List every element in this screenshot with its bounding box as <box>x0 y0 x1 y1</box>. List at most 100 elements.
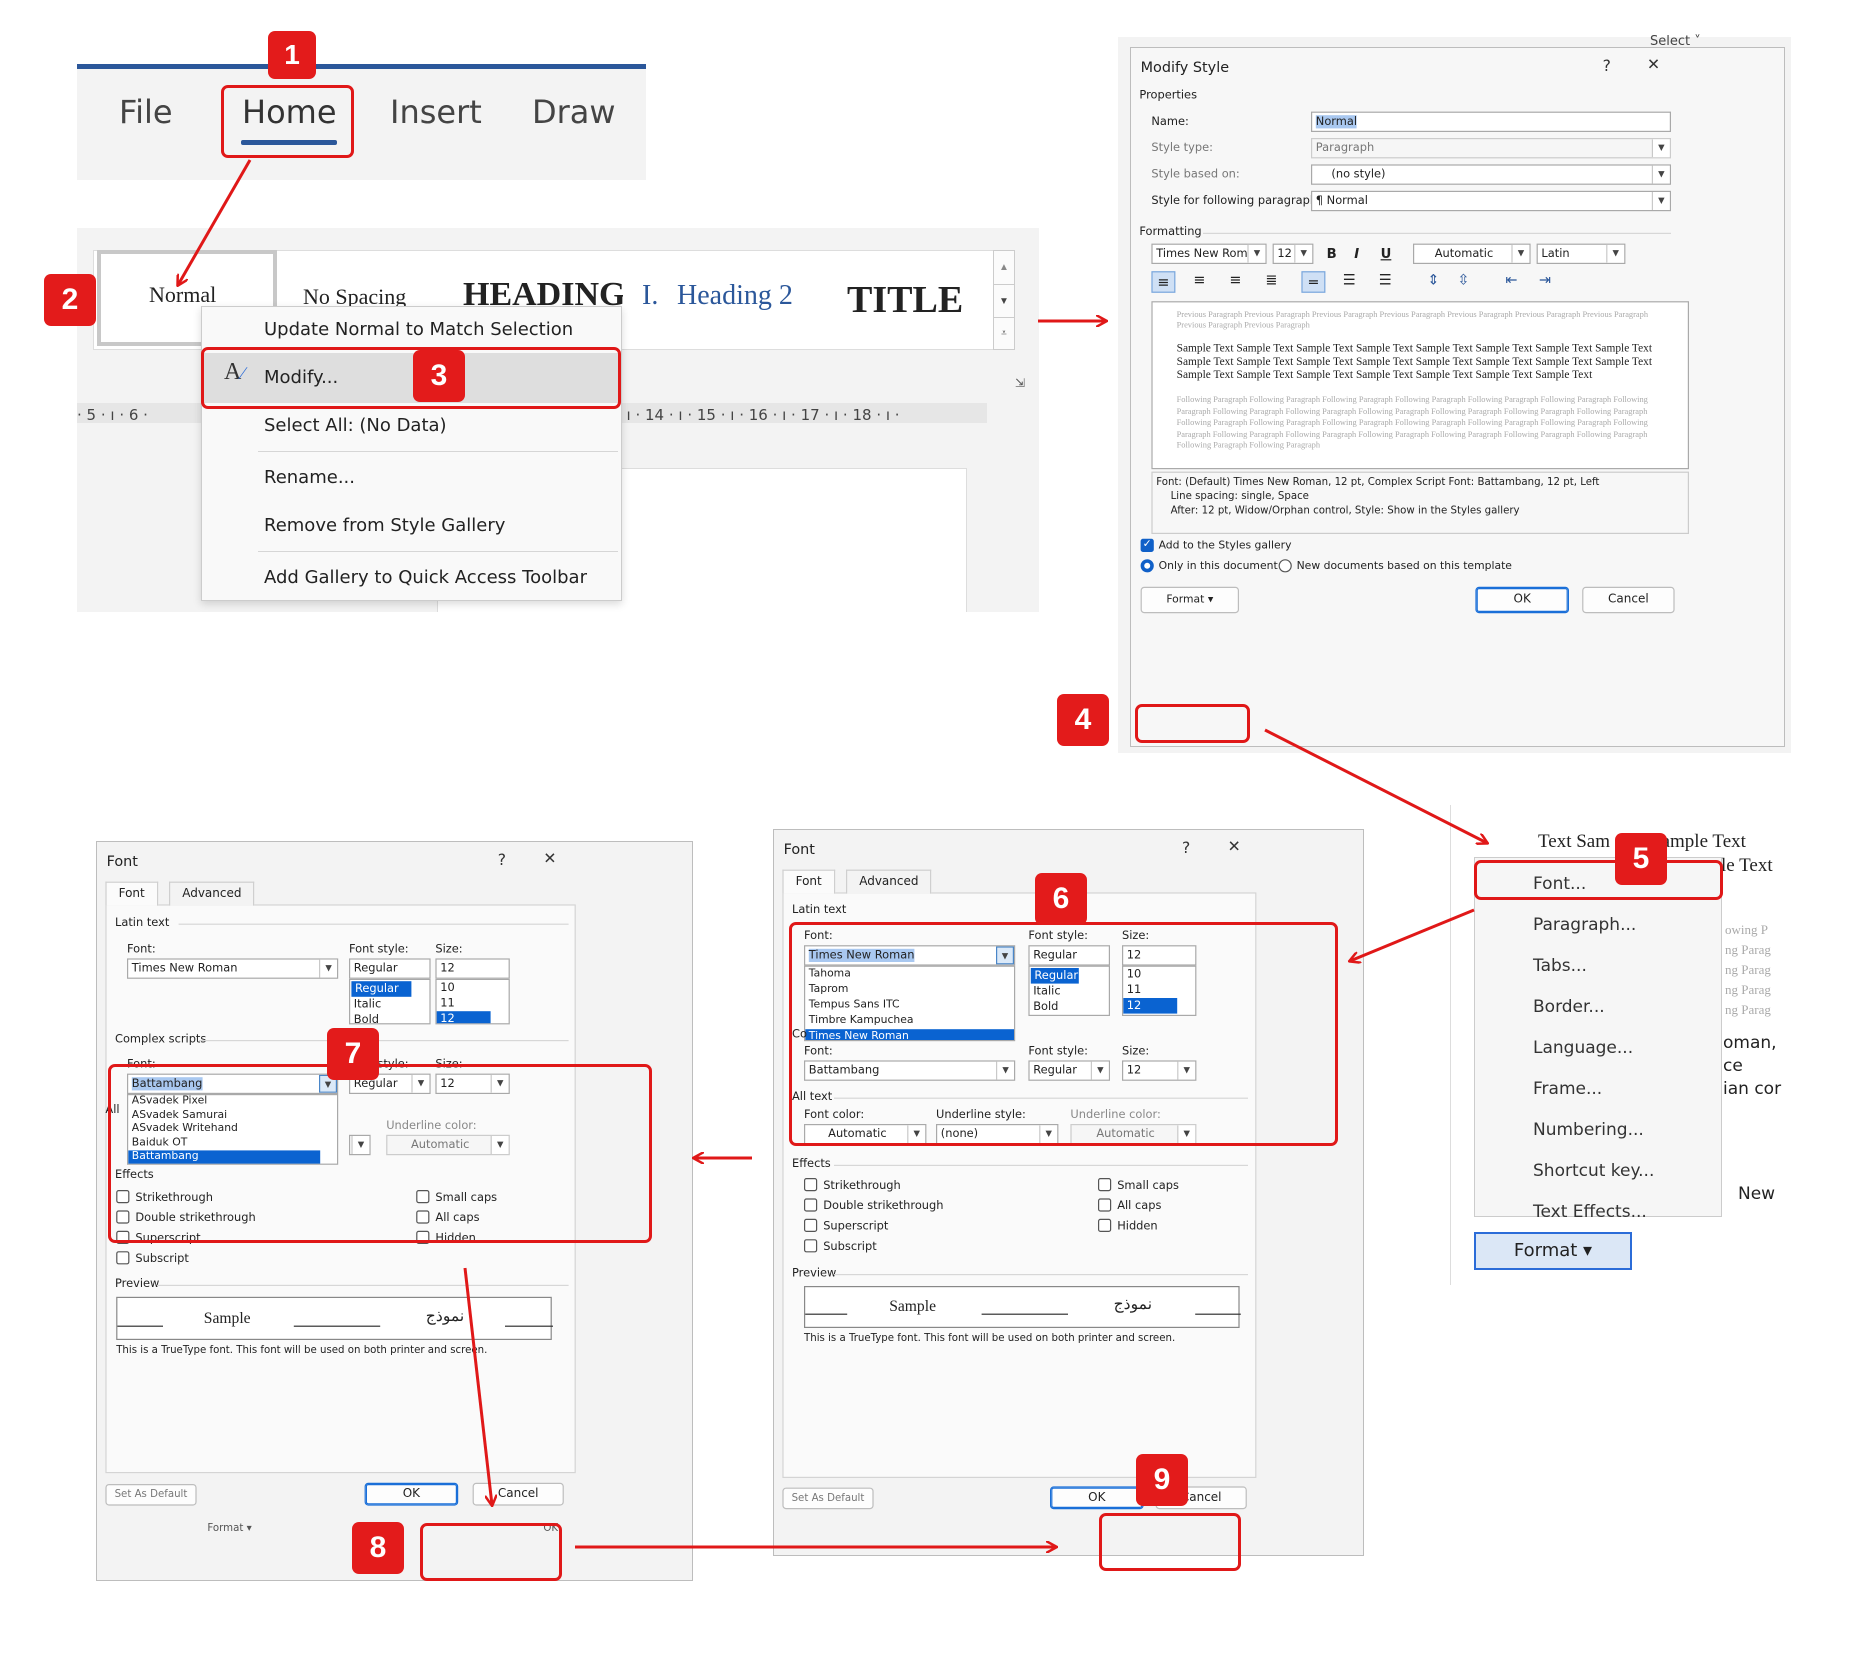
bold-button[interactable]: B <box>1327 246 1337 262</box>
format-button-open[interactable]: Format ▾ <box>1474 1232 1632 1270</box>
menu-remove-gallery[interactable]: Remove from Style Gallery <box>264 515 505 536</box>
justify-icon[interactable]: ≣ <box>1259 271 1283 288</box>
ok-button[interactable]: OK <box>364 1482 459 1506</box>
style-heading-numeral[interactable]: I. <box>642 280 658 312</box>
font-select[interactable]: Times New Roman ▼ <box>1151 243 1267 264</box>
increase-indent-icon[interactable]: ⇥ <box>1533 271 1557 288</box>
format-tabs[interactable]: Tabs... <box>1533 956 1587 976</box>
help-icon[interactable]: ? <box>498 852 506 870</box>
close-icon[interactable]: ✕ <box>1228 838 1241 856</box>
subscript-checkbox[interactable] <box>804 1239 818 1253</box>
format-text-effects[interactable]: Text Effects... <box>1533 1202 1647 1222</box>
style-input[interactable]: Regular <box>349 958 431 979</box>
set-default-button[interactable]: Set As Default <box>105 1484 197 1506</box>
name-input[interactable]: Normal <box>1311 111 1671 132</box>
preview-label: Preview <box>792 1266 837 1280</box>
truetype-note: This is a TrueType font. This font will … <box>116 1344 488 1357</box>
hidden-checkbox[interactable] <box>1098 1218 1112 1232</box>
decrease-indent-icon[interactable]: ⇤ <box>1499 271 1523 288</box>
subscript-label: Subscript <box>823 1240 877 1254</box>
help-icon[interactable]: ? <box>1182 840 1190 858</box>
format-shortcut-key[interactable]: Shortcut key... <box>1533 1161 1654 1181</box>
step-badge-6: 6 <box>1035 873 1087 925</box>
preview-arabic: نموذج <box>425 1306 465 1325</box>
style-heading-2[interactable]: Heading 2 <box>677 280 793 312</box>
tab-font[interactable]: Font <box>105 881 158 906</box>
help-icon[interactable]: ? <box>1603 58 1611 76</box>
format-button[interactable]: Format ▾ <box>1140 586 1239 614</box>
format-language[interactable]: Language... <box>1533 1038 1633 1058</box>
scroll-down-icon[interactable]: ▼ <box>994 284 1014 317</box>
menu-rename[interactable]: Rename... <box>264 467 355 488</box>
only-doc-label: Only in this document <box>1158 560 1278 573</box>
ok-button[interactable]: OK <box>1050 1486 1144 1510</box>
underline-button[interactable]: U <box>1381 246 1392 262</box>
font-select[interactable]: Times New Roman ▼ <box>127 958 339 979</box>
double-strike-checkbox[interactable] <box>804 1198 818 1212</box>
gallery-more-icon[interactable]: ⩡ <box>994 317 1014 349</box>
add-gallery-checkbox[interactable]: ✓ <box>1140 538 1154 552</box>
menu-select-all[interactable]: Select All: (No Data) <box>264 415 447 436</box>
ok-button[interactable]: OK <box>1475 586 1569 614</box>
cancel-button[interactable]: Cancel <box>1582 586 1675 614</box>
format-numbering[interactable]: Numbering... <box>1533 1120 1644 1140</box>
close-icon[interactable]: ✕ <box>543 850 556 868</box>
format-frame[interactable]: Frame... <box>1533 1079 1602 1099</box>
all-caps-checkbox[interactable] <box>1098 1198 1112 1212</box>
one-half-spacing-icon[interactable]: ☰ <box>1337 271 1361 288</box>
align-right-icon[interactable]: ≡ <box>1223 271 1247 288</box>
cancel-button[interactable]: Cancel <box>472 1482 564 1506</box>
based-on-select[interactable]: (no style) ▼ <box>1311 164 1671 185</box>
align-left-icon[interactable]: ≡ <box>1151 271 1176 293</box>
small-caps-label: Small caps <box>1117 1179 1179 1193</box>
set-default-button[interactable]: Set As Default <box>782 1487 874 1510</box>
format-border[interactable]: Border... <box>1533 997 1605 1017</box>
scroll-up-icon[interactable]: ▲ <box>994 251 1014 284</box>
tab-draw[interactable]: Draw <box>532 93 616 131</box>
modify-style-dialog: Modify Style ? ✕ Properties Name: Normal… <box>1130 47 1785 747</box>
following-label: Style for following paragraph: <box>1151 194 1321 208</box>
menu-add-gallery-qat[interactable]: Add Gallery to Quick Access Toolbar <box>264 567 587 588</box>
subscript-checkbox[interactable] <box>116 1251 130 1265</box>
style-list[interactable]: Regular Italic Bold <box>349 978 431 1025</box>
size-list[interactable]: 10 11 12 <box>435 978 510 1025</box>
add-gallery-label: Add to the Styles gallery <box>1158 540 1292 552</box>
style-title[interactable]: TITLE <box>847 278 963 322</box>
size-select[interactable]: 12 ▼ <box>1272 243 1314 264</box>
tab-advanced[interactable]: Advanced <box>169 881 255 906</box>
font-preview-box: Sample نموذج <box>804 1286 1241 1328</box>
align-center-icon[interactable]: ≡ <box>1187 271 1211 288</box>
new-docs-radio[interactable] <box>1278 559 1292 573</box>
menu-update-normal[interactable]: Update Normal to Match Selection <box>264 319 573 340</box>
dialog-title: Font <box>783 840 815 858</box>
small-caps-checkbox[interactable] <box>1098 1178 1112 1192</box>
style-type-select[interactable]: Paragraph ▼ <box>1311 138 1671 159</box>
space-before-icon[interactable]: ⇕ <box>1421 271 1445 288</box>
superscript-checkbox[interactable] <box>804 1218 818 1232</box>
strikethrough-checkbox[interactable] <box>804 1178 818 1192</box>
based-on-label: Style based on: <box>1151 168 1240 182</box>
following-select[interactable]: ¶ Normal ▼ <box>1311 190 1671 212</box>
step-badge-9: 9 <box>1136 1454 1188 1506</box>
only-doc-radio[interactable] <box>1140 559 1154 573</box>
tab-file[interactable]: File <box>119 93 173 131</box>
tab-font[interactable]: Font <box>782 869 835 894</box>
ribbon-panel: File Home Insert Draw <box>77 64 646 180</box>
format-paragraph[interactable]: Paragraph... <box>1533 915 1636 935</box>
step-badge-8: 8 <box>352 1522 404 1574</box>
bg-text-9: oman, <box>1723 1033 1777 1053</box>
tab-advanced[interactable]: Advanced <box>846 869 932 894</box>
single-spacing-icon[interactable]: ═ <box>1301 271 1326 293</box>
tab-insert[interactable]: Insert <box>390 93 482 131</box>
size-input[interactable]: 12 <box>435 958 510 979</box>
double-strike-label: Double strikethrough <box>823 1199 944 1213</box>
dialog-launcher-icon[interactable]: ⇲ <box>1015 376 1025 390</box>
italic-button[interactable]: I <box>1354 246 1359 262</box>
gallery-scroll[interactable]: ▲ ▼ ⩡ <box>993 250 1015 350</box>
close-icon[interactable]: ✕ <box>1647 56 1660 74</box>
script-select[interactable]: Latin ▼ <box>1536 243 1626 264</box>
preview-sample: Sample <box>203 1308 251 1327</box>
double-spacing-icon[interactable]: ☰ <box>1373 271 1397 288</box>
space-after-icon[interactable]: ⇳ <box>1451 271 1475 288</box>
color-select[interactable]: Automatic ▼ <box>1413 243 1531 264</box>
